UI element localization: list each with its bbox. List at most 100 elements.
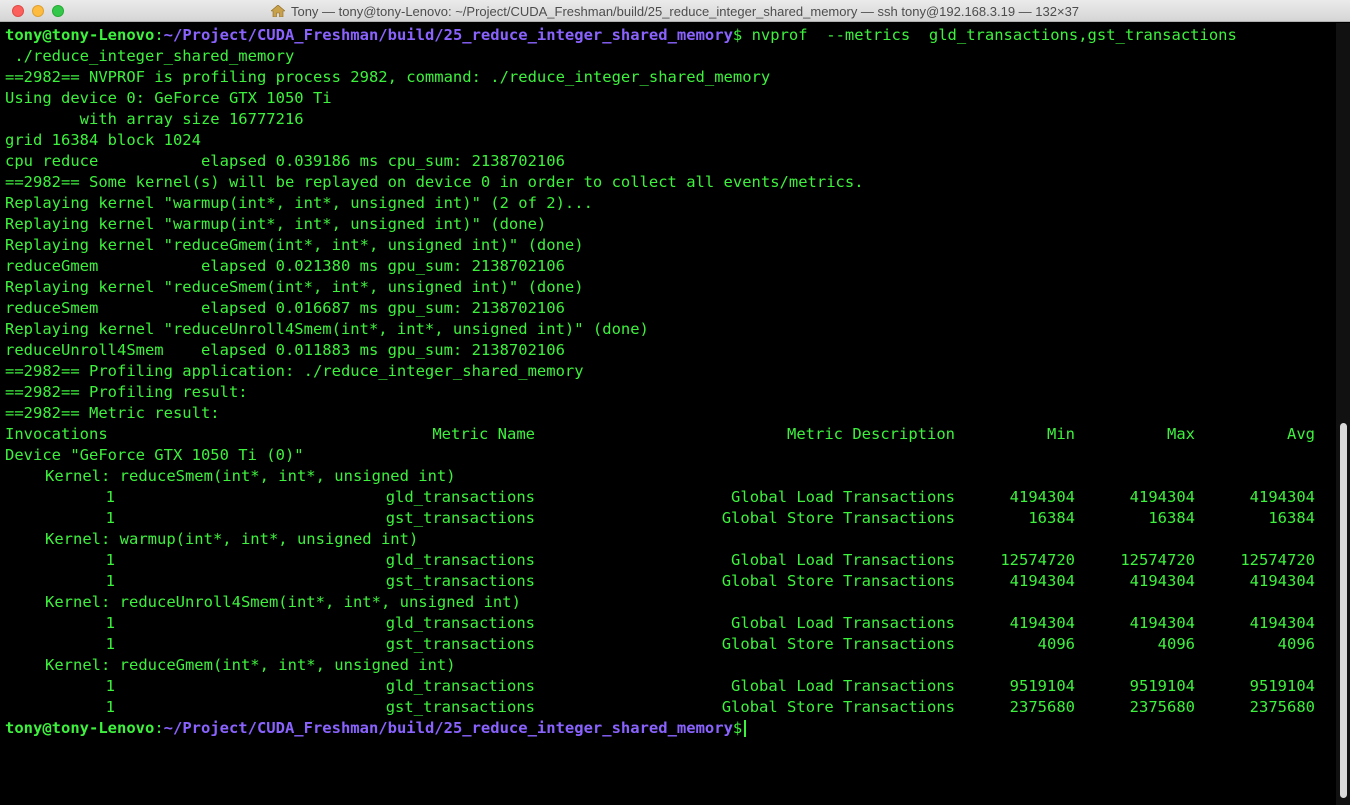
cell-max: 16384 — [1148, 509, 1195, 527]
cell-metric-name: gst_transactions — [385, 509, 535, 527]
output-text: reduceGmem elapsed 0.021380 ms gpu_sum: … — [5, 257, 565, 275]
window-title: Tony — tony@tony-Lenovo: ~/Project/CUDA_… — [290, 3, 1080, 19]
table-row: 1 gst_transactions Global Store Transactio… — [5, 571, 1325, 592]
cell-metric-name: gld_transactions — [385, 551, 535, 569]
output-line: ==2982== NVPROF is profiling process 298… — [5, 67, 770, 88]
cell-max: 12574720 — [1120, 551, 1195, 569]
output-text: ==2982== Profiling application: ./reduce… — [5, 362, 584, 380]
prompt-symbol: $ — [732, 26, 743, 44]
kernel-line: Kernel: reduceGmem(int*, int*, unsigned … — [45, 655, 456, 676]
kernel-label: Kernel: reduceGmem(int*, int*, unsigned … — [45, 656, 456, 674]
output-line: cpu reduce elapsed 0.039186 ms cpu_sum: … — [5, 151, 565, 172]
cell-avg: 16384 — [1268, 509, 1315, 527]
output-text: Replaying kernel "warmup(int*, int*, uns… — [5, 194, 593, 212]
cell-avg: 4096 — [1277, 635, 1315, 653]
cell-metric-name: gld_transactions — [385, 614, 535, 632]
cell-invocations: 1 — [105, 509, 115, 527]
cell-metric-name: gst_transactions — [385, 698, 535, 716]
cell-avg: 4194304 — [1249, 572, 1315, 590]
output-line: with array size 16777216 — [5, 109, 304, 130]
cell-avg: 4194304 — [1249, 488, 1315, 506]
cell-max: 2375680 — [1129, 698, 1195, 716]
output-text: ==2982== Metric result: — [5, 404, 220, 422]
prompt-line-final: tony@tony-Lenovo:~/Project/CUDA_Freshman… — [5, 718, 747, 739]
cell-avg: 2375680 — [1249, 698, 1315, 716]
device-label: Device "GeForce GTX 1050 Ti (0)" — [5, 446, 304, 464]
cell-metric-name: gst_transactions — [385, 572, 535, 590]
cell-metric-description: Global Store Transactions — [721, 635, 955, 653]
cell-invocations: 1 — [105, 572, 115, 590]
prompt-separator: : — [154, 719, 164, 737]
cell-max: 9519104 — [1129, 677, 1195, 695]
cell-metric-name: gst_transactions — [385, 635, 535, 653]
prompt-symbol: $ — [732, 719, 743, 737]
prompt-path: ~/Project/CUDA_Freshman/build/25_reduce_… — [163, 26, 733, 44]
cell-max: 4194304 — [1129, 572, 1195, 590]
output-line: Replaying kernel "reduceUnroll4Smem(int*… — [5, 319, 649, 340]
title-bar[interactable]: Tony — tony@tony-Lenovo: ~/Project/CUDA_… — [0, 0, 1350, 22]
home-icon — [270, 5, 285, 17]
cell-avg: 4194304 — [1249, 614, 1315, 632]
kernel-line: Kernel: reduceSmem(int*, int*, unsigned … — [45, 466, 456, 487]
output-line: Replaying kernel "reduceGmem(int*, int*,… — [5, 235, 584, 256]
cell-min: 4194304 — [1009, 488, 1075, 506]
output-line: ==2982== Metric result: — [5, 403, 220, 424]
kernel-label: Kernel: reduceUnroll4Smem(int*, int*, un… — [45, 593, 521, 611]
output-text: cpu reduce elapsed 0.039186 ms cpu_sum: … — [5, 152, 565, 170]
output-text: ==2982== Profiling result: — [5, 383, 248, 401]
cell-invocations: 1 — [105, 698, 115, 716]
window-title-container: Tony — tony@tony-Lenovo: ~/Project/CUDA_… — [0, 0, 1350, 22]
scrollbar-thumb[interactable] — [1340, 423, 1347, 798]
cell-metric-description: Global Store Transactions — [721, 572, 955, 590]
kernel-label: Kernel: warmup(int*, int*, unsigned int) — [45, 530, 419, 548]
device-line: Device "GeForce GTX 1050 Ti (0)" — [5, 445, 304, 466]
output-line: reduceGmem elapsed 0.021380 ms gpu_sum: … — [5, 256, 565, 277]
output-text: with array size 16777216 — [5, 110, 304, 128]
cell-metric-description: Global Load Transactions — [731, 488, 955, 506]
prompt-path: ~/Project/CUDA_Freshman/build/25_reduce_… — [163, 719, 733, 737]
cell-min: 4194304 — [1009, 614, 1075, 632]
table-row: 1 gst_transactions Global Store Transactio… — [5, 697, 1325, 718]
table-row: 1 gld_transactions Global Load Transaction… — [5, 550, 1325, 571]
command-continuation: ./reduce_integer_shared_memory — [5, 46, 294, 67]
kernel-line: Kernel: reduceUnroll4Smem(int*, int*, un… — [45, 592, 521, 613]
cell-max: 4194304 — [1129, 614, 1195, 632]
cell-invocations: 1 — [105, 614, 115, 632]
cell-min: 4096 — [1037, 635, 1075, 653]
kernel-line: Kernel: warmup(int*, int*, unsigned int) — [45, 529, 418, 550]
cell-min: 9519104 — [1009, 677, 1075, 695]
col-invocations-header: Invocations — [5, 425, 108, 443]
terminal-output[interactable]: tony@tony-Lenovo:~/Project/CUDA_Freshman… — [0, 23, 1336, 805]
output-text: reduceUnroll4Smem elapsed 0.011883 ms gp… — [5, 341, 565, 359]
scrollbar[interactable] — [1336, 23, 1350, 805]
output-line: Replaying kernel "reduceSmem(int*, int*,… — [5, 277, 584, 298]
col-metric-name-header: Metric Name — [432, 425, 535, 443]
prompt-line: tony@tony-Lenovo:~/Project/CUDA_Freshman… — [5, 25, 1237, 46]
col-min-header: Min — [1047, 425, 1075, 443]
cell-min: 2375680 — [1009, 698, 1075, 716]
output-text: Replaying kernel "reduceSmem(int*, int*,… — [5, 278, 584, 296]
table-row: 1 gld_transactions Global Load Transaction… — [5, 676, 1325, 697]
prompt-user: tony@tony-Lenovo — [5, 26, 155, 44]
cell-metric-description: Global Store Transactions — [721, 509, 955, 527]
cell-min: 12574720 — [1000, 551, 1075, 569]
col-metric-description-header: Metric Description — [787, 425, 955, 443]
terminal-window: Tony — tony@tony-Lenovo: ~/Project/CUDA_… — [0, 0, 1350, 805]
cell-invocations: 1 — [105, 488, 115, 506]
cell-min: 16384 — [1028, 509, 1075, 527]
prompt-user: tony@tony-Lenovo — [5, 719, 155, 737]
output-text: ==2982== Some kernel(s) will be replayed… — [5, 173, 864, 191]
cell-max: 4194304 — [1129, 488, 1195, 506]
output-text: grid 16384 block 1024 — [5, 131, 201, 149]
cell-invocations: 1 — [105, 551, 115, 569]
output-line: Replaying kernel "warmup(int*, int*, uns… — [5, 214, 546, 235]
table-row: 1 gld_transactions Global Load Transaction… — [5, 487, 1325, 508]
cell-invocations: 1 — [105, 635, 115, 653]
kernel-label: Kernel: reduceSmem(int*, int*, unsigned … — [45, 467, 456, 485]
command-continuation-text: ./reduce_integer_shared_memory — [5, 47, 295, 65]
cell-metric-name: gld_transactions — [385, 488, 535, 506]
cell-metric-description: Global Load Transactions — [731, 551, 955, 569]
col-avg-header: Avg — [1287, 425, 1315, 443]
output-line: ==2982== Profiling result: — [5, 382, 248, 403]
table-row: 1 gst_transactions Global Store Transactio… — [5, 634, 1325, 655]
